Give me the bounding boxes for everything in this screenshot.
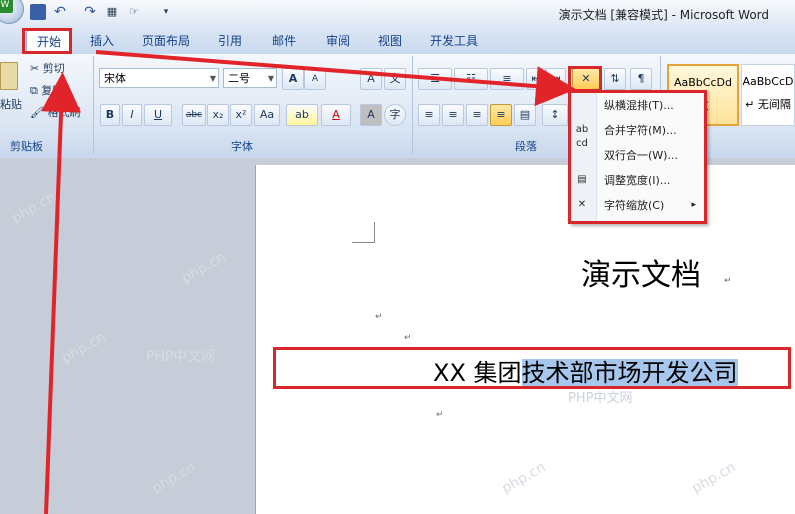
annotation-arrows [41, 50, 576, 514]
arrow-to-asian-layout [95, 50, 576, 107]
arrow-to-clipboard [41, 72, 82, 514]
